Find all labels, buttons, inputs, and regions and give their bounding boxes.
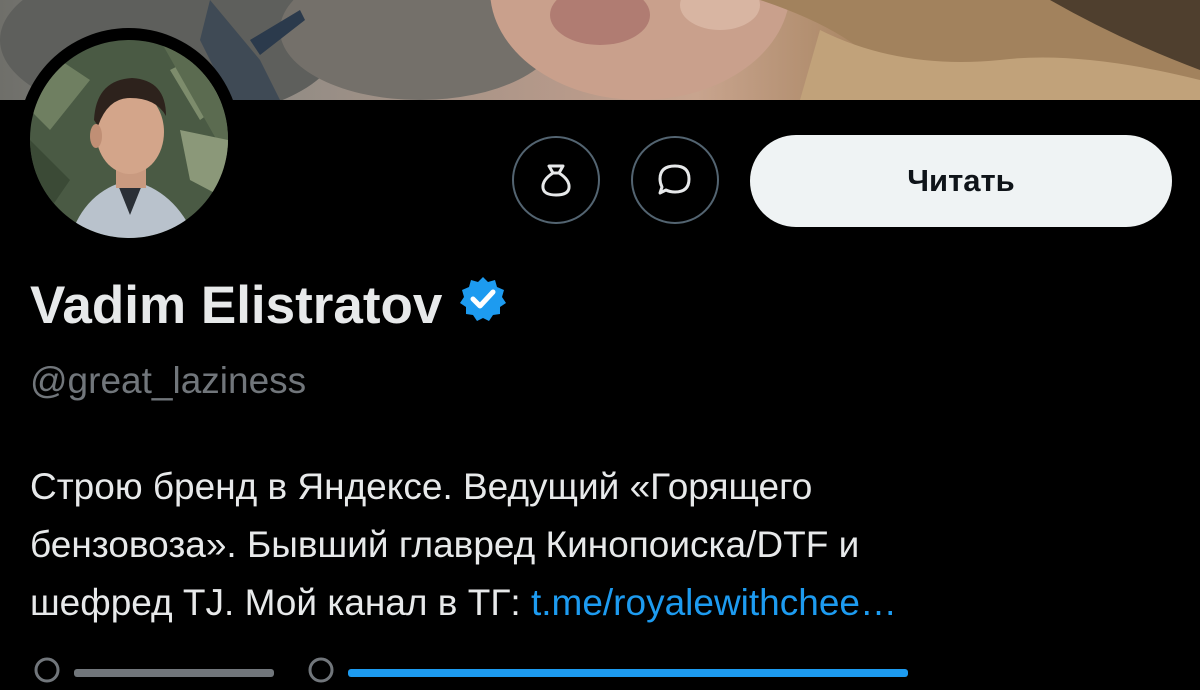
location-text bbox=[74, 669, 274, 677]
avatar[interactable] bbox=[18, 28, 240, 250]
location-icon bbox=[34, 657, 60, 683]
profile-meta-row bbox=[30, 657, 908, 688]
message-bubble-icon bbox=[658, 164, 691, 195]
bio-text: шефред TJ. Мой канал в ТГ: bbox=[30, 582, 531, 623]
verified-badge-icon[interactable] bbox=[458, 274, 508, 337]
bio: Строю бренд в Яндексе. Ведущий «Горящего… bbox=[30, 458, 1170, 632]
tip-button[interactable] bbox=[512, 136, 600, 224]
bio-line: Строю бренд в Яндексе. Ведущий «Горящего bbox=[30, 466, 813, 507]
display-name-row: Vadim Elistratov bbox=[30, 274, 508, 337]
handle: @great_laziness bbox=[30, 360, 307, 401]
link-icon bbox=[308, 657, 334, 683]
telegram-link[interactable]: t.me/royalewithchee… bbox=[531, 582, 897, 623]
follow-button[interactable]: Читать bbox=[750, 135, 1172, 227]
message-button[interactable] bbox=[631, 136, 719, 224]
bio-line: бензовоза». Бывший главред Кинопоиска/DT… bbox=[30, 524, 860, 565]
money-bag-icon bbox=[541, 164, 571, 197]
display-name: Vadim Elistratov bbox=[30, 276, 443, 335]
avatar-photo bbox=[30, 40, 228, 238]
website-link[interactable] bbox=[348, 669, 908, 677]
bio-line: шефред TJ. Мой канал в ТГ: t.me/royalewi… bbox=[30, 574, 1170, 632]
